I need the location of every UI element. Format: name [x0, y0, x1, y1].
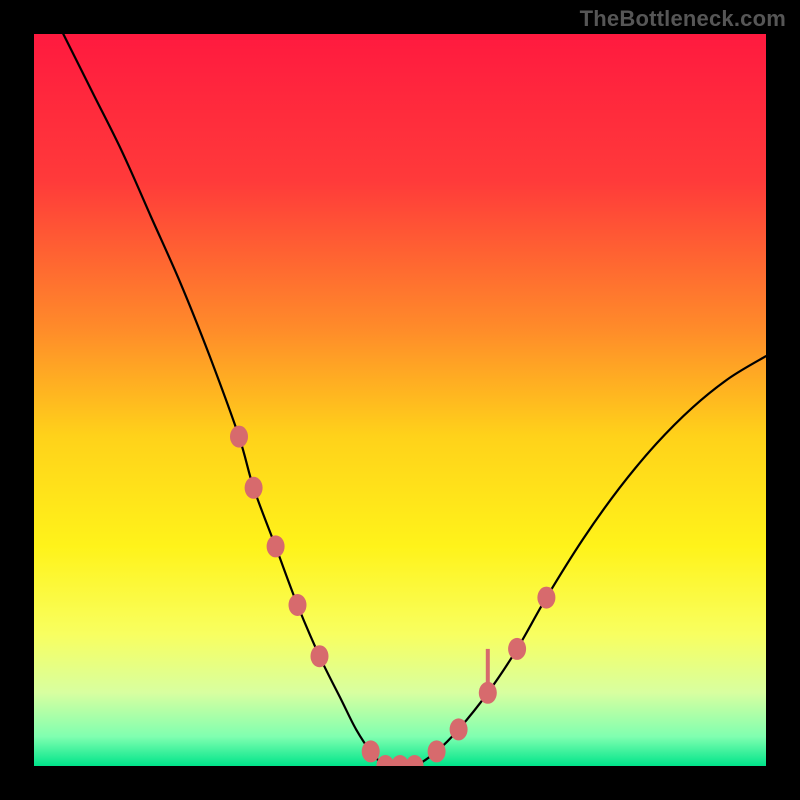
- marker-dot: [362, 740, 380, 762]
- plot-svg: [34, 34, 766, 766]
- chart-frame: TheBottleneck.com: [0, 0, 800, 800]
- marker-dot: [537, 587, 555, 609]
- marker-dot: [450, 718, 468, 740]
- marker-dot: [245, 477, 263, 499]
- marker-dot: [311, 645, 329, 667]
- marker-dot: [479, 682, 497, 704]
- marker-dot: [267, 535, 285, 557]
- gradient-background: [34, 34, 766, 766]
- marker-dot: [428, 740, 446, 762]
- watermark-text: TheBottleneck.com: [580, 6, 786, 32]
- marker-dot: [508, 638, 526, 660]
- plot-area: [34, 34, 766, 766]
- marker-dot: [230, 426, 248, 448]
- marker-dot: [289, 594, 307, 616]
